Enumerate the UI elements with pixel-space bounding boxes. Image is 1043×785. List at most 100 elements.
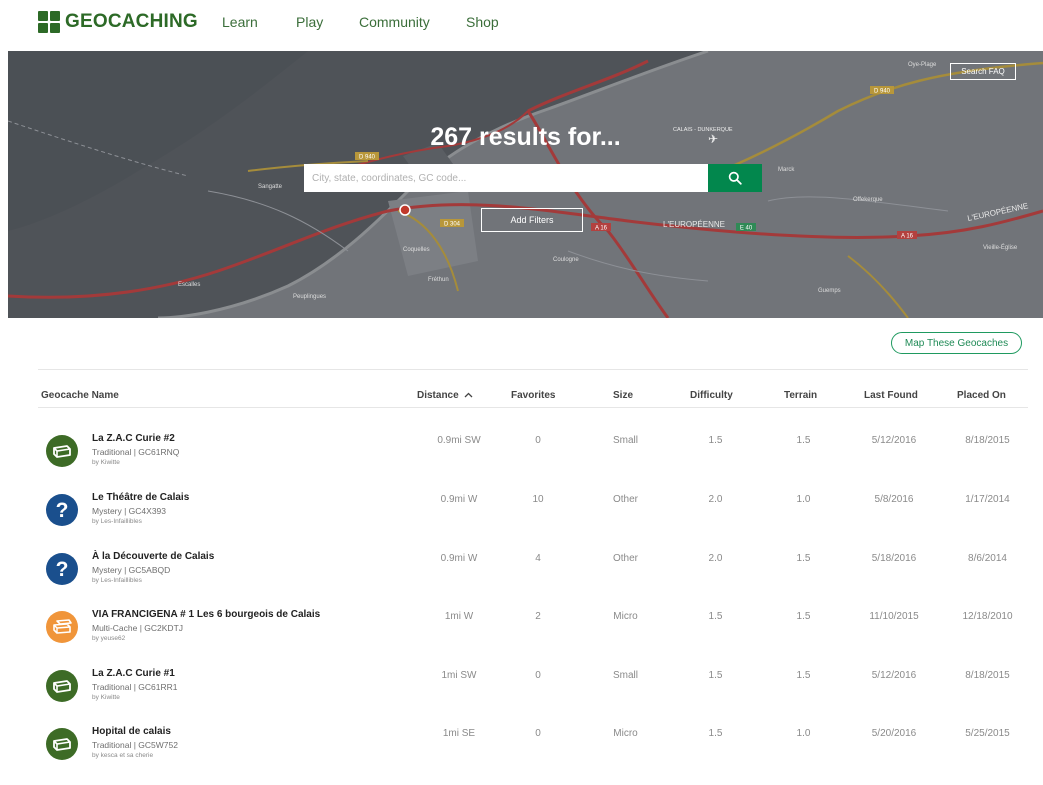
cache-name[interactable]: VIA FRANCIGENA # 1 Les 6 bourgeois de Ca… [92,609,320,620]
cache-placed-on: 8/18/2015 [965,670,1010,681]
cache-type-code: Multi-Cache | GC2KDTJ [92,623,184,633]
nav-play[interactable]: Play [296,14,323,30]
cache-difficulty: 2.0 [708,553,723,564]
column-header-size[interactable]: Size [613,390,633,401]
table-row[interactable]: ? Le Théâtre de Calais Mystery | GC4X393… [38,492,1028,551]
logo-text: GEOCACHING [65,11,198,32]
cache-favorites: 10 [532,494,544,505]
cache-size: Micro [613,728,638,739]
sort-ascending-icon [465,392,473,398]
results-title: 267 results for... [430,123,621,151]
cache-favorites: 4 [535,553,541,564]
search-button[interactable] [708,164,762,192]
column-header-difficulty[interactable]: Difficulty [690,390,733,401]
cache-terrain: 1.0 [796,728,811,739]
mystery-cache-icon: ? [46,494,78,526]
table-row[interactable]: La Z.A.C Curie #2 Traditional | GC61RNQ … [38,433,1028,492]
map-label-escalles: Escalles [178,282,200,288]
cache-distance: 0.9mi SW [437,435,481,446]
map-label-coulogne: Coulogne [553,257,579,263]
search-input[interactable] [304,164,708,192]
cache-terrain: 1.5 [796,553,811,564]
add-filters-button[interactable]: Add Filters [481,208,583,232]
table-row[interactable]: Hopital de calais Traditional | GC5W752 … [38,726,1028,785]
table-row[interactable]: ? À la Découverte de Calais Mystery | GC… [38,551,1028,610]
top-navigation: GEOCACHING Learn Play Community Shop [0,0,1043,50]
cache-distance: 1mi SW [441,670,477,681]
cache-difficulty: 2.0 [708,494,723,505]
cache-last-found: 5/18/2016 [871,553,917,564]
cache-size: Small [612,670,638,681]
table-row[interactable]: La Z.A.C Curie #1 Traditional | GC61RR1 … [38,668,1028,727]
nav-shop[interactable]: Shop [466,14,499,30]
cache-terrain: 1.5 [796,611,811,622]
traditional-cache-icon [46,670,78,702]
location-pin-icon [399,204,411,216]
column-header-favorites[interactable]: Favorites [511,390,555,401]
map-label-a16-a: A 16 [595,226,608,232]
map-label-coquelles: Coquelles [403,247,430,253]
map-label-oye-plage: Oye-Plage [908,62,937,68]
traditional-cache-icon [46,435,78,467]
column-header-distance[interactable]: Distance [417,390,473,401]
cache-type-code: Traditional | GC61RR1 [92,682,178,692]
cache-type-code: Traditional | GC61RNQ [92,447,180,457]
cache-distance: 1mi SE [442,728,476,739]
header-divider [38,407,1028,408]
geocaching-logo[interactable]: GEOCACHING [38,10,198,34]
table-row[interactable]: VIA FRANCIGENA # 1 Les 6 bourgeois de Ca… [38,609,1028,668]
cache-size: Other [612,553,638,564]
cache-difficulty: 1.5 [708,435,723,446]
cache-owner: by kesca et sa cherie [92,752,154,759]
map-label-guemps: Guemps [818,288,841,294]
cache-placed-on: 8/18/2015 [965,435,1010,446]
cache-type-code: Mystery | GC5ABQD [92,565,171,575]
cache-size: Micro [613,611,638,622]
column-header-name[interactable]: Geocache Name [41,390,119,401]
traditional-cache-icon [46,728,78,760]
cache-name[interactable]: Le Théâtre de Calais [92,492,189,503]
mystery-cache-icon: ? [46,553,78,585]
search-faq-button[interactable]: Search FAQ [950,63,1016,80]
nav-community[interactable]: Community [359,14,430,30]
cache-size: Other [612,494,638,505]
map-label-d940-a: D 940 [359,155,376,161]
cache-name[interactable]: Hopital de calais [92,726,171,737]
divider [38,369,1028,370]
cache-terrain: 1.5 [796,670,811,681]
cache-name[interactable]: À la Découverte de Calais [92,551,214,562]
cache-placed-on: 1/17/2014 [965,494,1010,505]
cache-distance: 0.9mi W [440,494,478,505]
cache-owner: by yeuse62 [92,635,126,642]
column-header-last-found[interactable]: Last Found [864,390,918,401]
multi-cache-icon [46,611,78,643]
nav-learn[interactable]: Learn [222,14,258,30]
cache-owner: by Kiwitte [92,459,120,466]
map-label-frethun: Fréthun [428,277,449,283]
cache-owner: by Les-Infaillibles [92,577,142,584]
cache-name[interactable]: La Z.A.C Curie #2 [92,433,175,444]
cache-type-code: Traditional | GC5W752 [92,740,178,750]
cache-name[interactable]: La Z.A.C Curie #1 [92,668,175,679]
search-icon [728,171,742,185]
column-header-distance-label: Distance [417,390,459,401]
cache-last-found: 5/20/2016 [871,728,917,739]
cache-favorites: 0 [535,435,541,446]
geocaching-logo-icon [38,11,60,33]
cache-last-found: 11/10/2015 [869,611,919,622]
cache-difficulty: 1.5 [708,670,723,681]
cache-last-found: 5/12/2016 [871,670,917,681]
column-header-placed-on[interactable]: Placed On [957,390,1006,401]
map-these-geocaches-button[interactable]: Map These Geocaches [891,332,1022,354]
map-label-a16-b: A 16 [901,234,914,240]
cache-placed-on: 5/25/2015 [965,728,1010,739]
cache-owner: by Les-Infaillibles [92,518,142,525]
search-hero: D 940 D 940 D 304 A 16 A 16 E 40 L'EUROP… [8,51,1043,318]
map-label-d304: D 304 [444,222,461,228]
cache-favorites: 0 [535,728,541,739]
cache-owner: by Kiwitte [92,694,120,701]
column-header-terrain[interactable]: Terrain [784,390,817,401]
map-label-leuropeenne-a: L'EUROPÉENNE [663,220,725,229]
cache-difficulty: 1.5 [708,728,723,739]
cache-favorites: 0 [535,670,541,681]
